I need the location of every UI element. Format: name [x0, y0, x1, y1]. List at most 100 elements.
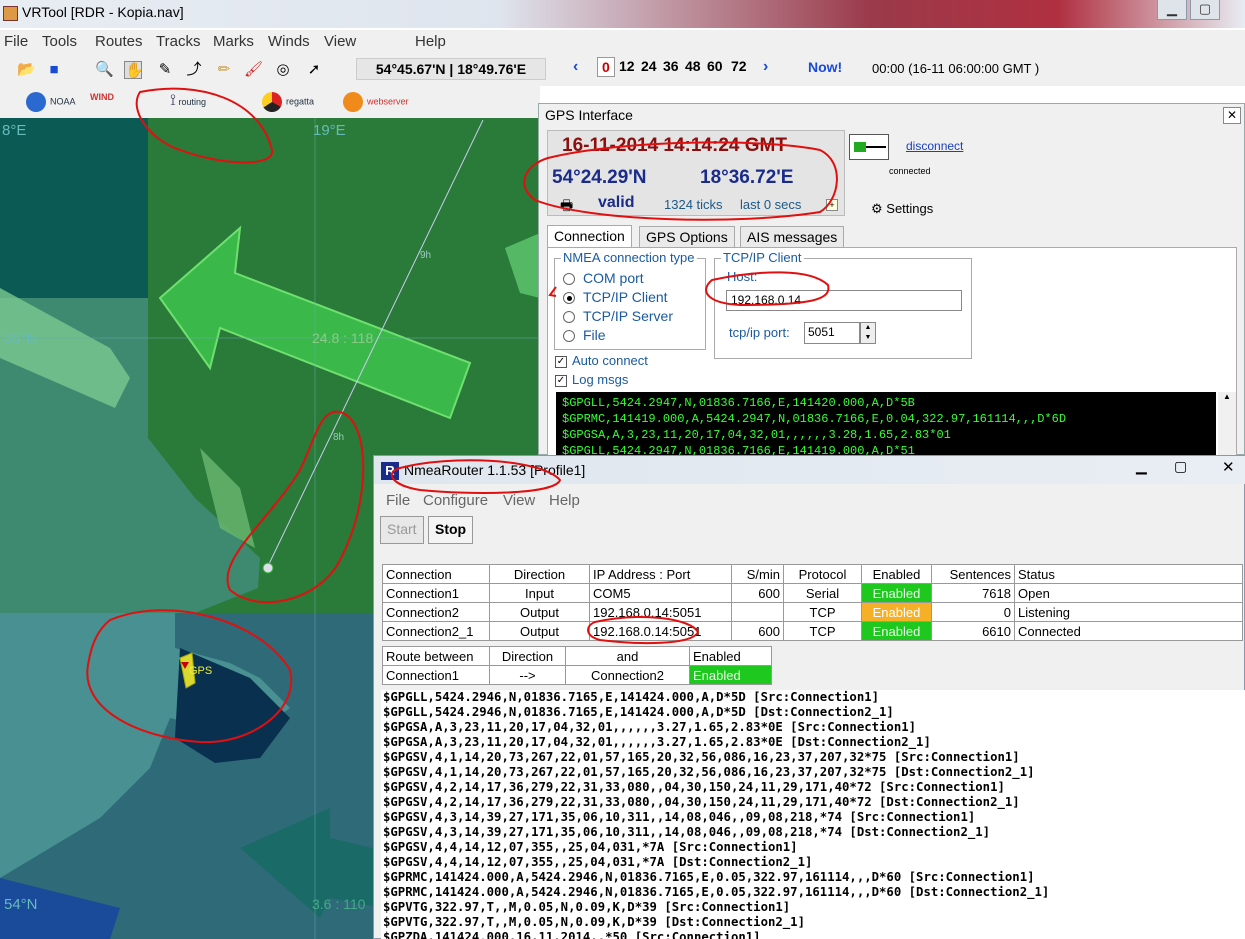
tab-ais-messages[interactable]: AIS messages [740, 226, 845, 248]
target-icon[interactable]: ◎ [274, 61, 292, 79]
plugin-wind[interactable]: WIND [90, 92, 114, 102]
connections-table: Connection Direction IP Address : Port S… [382, 564, 1243, 641]
enabled-badge[interactable]: Enabled [861, 602, 932, 622]
route-draw-icon[interactable]: ⤴ [185, 61, 203, 79]
cell-address: COM5 [589, 583, 732, 603]
table-row[interactable]: Connection1 --> Connection2 Enabled [382, 665, 772, 685]
route-9h-label: 9h [420, 250, 432, 261]
cell-status: Open [1014, 583, 1243, 603]
enabled-badge[interactable]: Enabled [861, 583, 932, 603]
lon-label-left: 8°E [2, 122, 27, 139]
log-line: $GPGLL,5424.2946,N,01836.7165,E,141424.0… [383, 690, 880, 704]
maximize-button[interactable]: ▢ [1190, 0, 1220, 20]
hour-button-60[interactable]: 60 [707, 58, 723, 74]
save-icon[interactable]: ■ [45, 61, 63, 79]
menu-tools[interactable]: Tools [42, 33, 77, 50]
settings-button[interactable]: ⚙ Settings [871, 201, 933, 217]
zoom-icon[interactable]: 🔍 [95, 61, 114, 79]
cell-smin [731, 602, 784, 622]
plugin-noaa[interactable]: NOAA [26, 92, 76, 112]
menu-marks[interactable]: Marks [213, 33, 254, 50]
log-scrollbar[interactable]: ▲ [1218, 392, 1236, 456]
menu-file[interactable]: File [4, 33, 28, 50]
hour-button-12[interactable]: 12 [619, 58, 635, 74]
brush-icon[interactable]: 🖌 [244, 61, 263, 79]
chevron-left-icon[interactable]: ‹ [573, 58, 578, 76]
gps-validity: valid [598, 194, 635, 211]
hour-button-24[interactable]: 24 [641, 58, 657, 74]
hour-button-48[interactable]: 48 [685, 58, 701, 74]
col-protocol: Protocol [783, 564, 862, 584]
vrtool-app-icon [3, 6, 18, 21]
nr-menu-help[interactable]: Help [549, 492, 580, 509]
plugin-routing[interactable]: ⟟ routing [170, 92, 206, 110]
connection-plug-icon[interactable] [849, 134, 889, 160]
gps-map-label: GPS [189, 665, 213, 677]
now-button[interactable]: Now! [808, 59, 842, 75]
chevron-right-icon[interactable]: › [763, 58, 768, 76]
start-button[interactable]: Start [380, 516, 424, 544]
plugin-webserver[interactable]: webserver [343, 92, 409, 112]
pointer-icon[interactable]: ➚ [305, 61, 323, 79]
disconnect-link[interactable]: disconnect [906, 139, 963, 153]
pan-hand-icon[interactable]: ✋ [124, 61, 144, 79]
maximize-icon[interactable]: ▢ [1174, 458, 1187, 475]
enabled-badge[interactable]: Enabled [689, 665, 772, 685]
log-line: $GPGLL,5424.2947,N,01836.7166,E,141420.0… [562, 396, 915, 410]
log-line: $GPRMC,141424.000,A,5424.2946,N,01836.71… [383, 885, 1050, 899]
minimize-button[interactable]: ▁ [1157, 0, 1187, 20]
ruler-icon[interactable]: ✎ [156, 61, 174, 79]
host-input[interactable]: 192.168.0.14 [726, 290, 962, 311]
table-row[interactable]: Connection1 Input COM5 600 Serial Enable… [382, 583, 1243, 603]
gps-nmea-log: $GPGLL,5424.2947,N,01836.7166,E,141420.0… [556, 392, 1216, 456]
host-label: Host: [727, 269, 758, 284]
port-input[interactable]: 5051 [804, 322, 860, 344]
auto-connect-checkbox[interactable]: ✓ Auto connect [555, 353, 648, 368]
plugin-regatta[interactable]: regatta [262, 92, 314, 112]
table-row[interactable]: Connection2 Output 192.168.0.14:5051 TCP… [382, 602, 1243, 622]
port-spinner[interactable]: ▲ ▼ [860, 322, 876, 344]
nmearouter-window-title: NmeaRouter 1.1.53 [Profile1] [404, 462, 586, 478]
radio-tcp-server[interactable]: TCP/IP Server [563, 308, 673, 324]
radio-tcp-client[interactable]: TCP/IP Client [563, 289, 668, 305]
menu-routes[interactable]: Routes [95, 33, 143, 50]
minimize-icon[interactable]: ▁ [1136, 458, 1147, 475]
nr-menu-configure[interactable]: Configure [423, 492, 488, 509]
boat-marker[interactable] [262, 562, 274, 574]
gps-last-update: last 0 secs [740, 197, 802, 212]
menu-winds[interactable]: Winds [268, 33, 310, 50]
cell-sentences: 6610 [931, 621, 1015, 641]
nmea-group-label: NMEA connection type [561, 250, 697, 265]
col-route-between: Route between [382, 646, 490, 666]
enabled-badge[interactable]: Enabled [861, 621, 932, 641]
hour-button-0[interactable]: 0 [597, 57, 615, 77]
nr-menu-file[interactable]: File [386, 492, 410, 509]
log-msgs-checkbox[interactable]: ✓ Log msgs [555, 372, 628, 387]
menu-tracks[interactable]: Tracks [156, 33, 200, 50]
radio-com-port[interactable]: COM port [563, 270, 644, 286]
log-line: $GPGSV,4,4,14,12,07,355,,25,04,031,*7A [… [383, 855, 813, 869]
close-icon[interactable]: ✕ [1223, 107, 1241, 124]
open-folder-icon[interactable]: 📂 [17, 61, 36, 79]
pencil-icon[interactable]: ✏ [215, 61, 233, 79]
route-8h-label: 8h [333, 432, 345, 443]
menu-view[interactable]: View [324, 33, 356, 50]
regatta-icon [262, 92, 282, 112]
nr-menu-view[interactable]: View [503, 492, 535, 509]
menu-help[interactable]: Help [415, 33, 446, 50]
router-sentence-log: $GPGLL,5424.2946,N,01836.7165,E,141424.0… [381, 690, 1245, 939]
tab-gps-options[interactable]: GPS Options [639, 226, 735, 248]
col-smin: S/min [731, 564, 784, 584]
tab-connection[interactable]: Connection [547, 225, 632, 248]
radio-file[interactable]: File [563, 327, 606, 343]
plugin-bar: NOAA WIND ⟟ routing regatta webserver [0, 86, 540, 118]
close-icon[interactable]: ✕ [1222, 458, 1235, 476]
lat-label-55n: 55°N [4, 330, 38, 347]
stop-button[interactable]: Stop [428, 516, 474, 544]
log-line: $GPVTG,322.97,T,,M,0.05,N,0.09,K,D*39 [D… [383, 915, 805, 929]
cell-address: 192.168.0.14:5051 [589, 621, 732, 641]
plus-icon[interactable]: + [826, 199, 838, 211]
hour-button-36[interactable]: 36 [663, 58, 679, 74]
hour-button-72[interactable]: 72 [731, 58, 747, 74]
table-row[interactable]: Connection2_1 Output 192.168.0.14:5051 6… [382, 621, 1243, 641]
